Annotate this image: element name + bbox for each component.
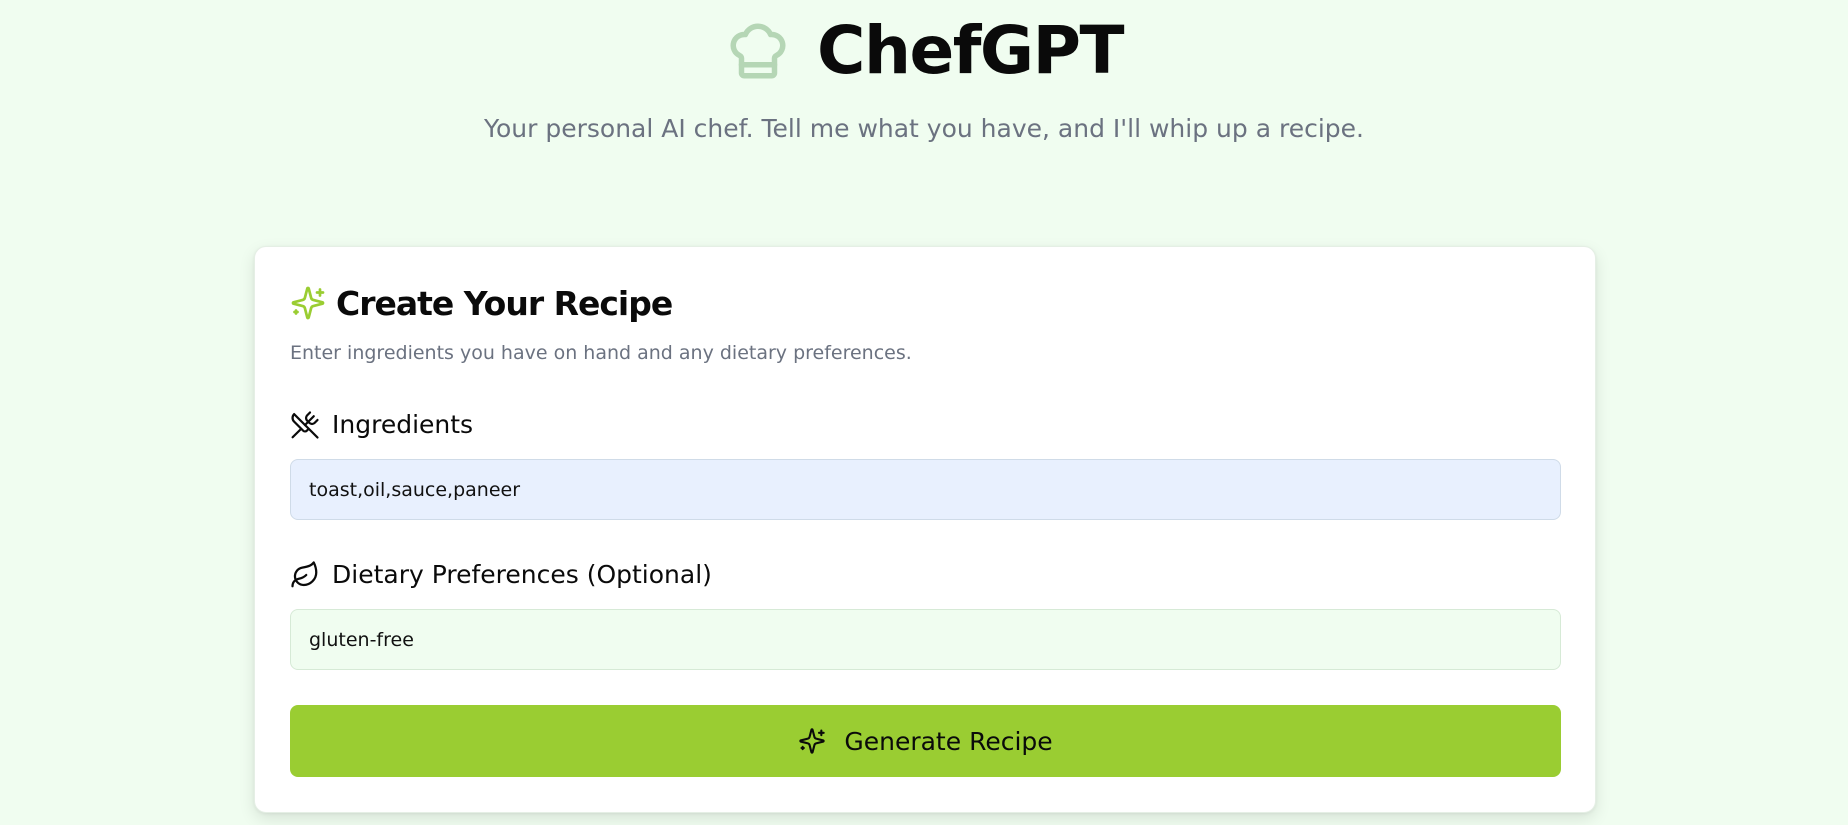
chef-hat-icon	[730, 23, 786, 79]
generate-recipe-label: Generate Recipe	[844, 726, 1053, 756]
app-title: ChefGPT	[817, 12, 1124, 89]
app-tagline: Your personal AI chef. Tell me what you …	[484, 114, 1364, 143]
card-subtitle: Enter ingredients you have on hand and a…	[290, 342, 912, 364]
recipe-form-card: Create Your Recipe Enter ingredients you…	[254, 246, 1596, 813]
sparkles-icon	[799, 728, 826, 754]
brand: ChefGPT	[0, 18, 1848, 84]
generate-recipe-button[interactable]: Generate Recipe	[290, 705, 1561, 777]
dietary-label-row: Dietary Preferences (Optional)	[290, 560, 712, 590]
utensils-crossed-icon	[291, 411, 319, 439]
dietary-label: Dietary Preferences (Optional)	[332, 560, 712, 589]
sparkles-icon	[291, 286, 325, 320]
card-title: Create Your Recipe	[336, 283, 673, 323]
card-header: Create Your Recipe	[290, 283, 673, 323]
ingredients-input[interactable]	[290, 459, 1561, 520]
dietary-input[interactable]	[290, 609, 1561, 670]
leaf-icon	[291, 561, 318, 588]
ingredients-label-row: Ingredients	[290, 410, 473, 440]
ingredients-label: Ingredients	[332, 410, 474, 439]
